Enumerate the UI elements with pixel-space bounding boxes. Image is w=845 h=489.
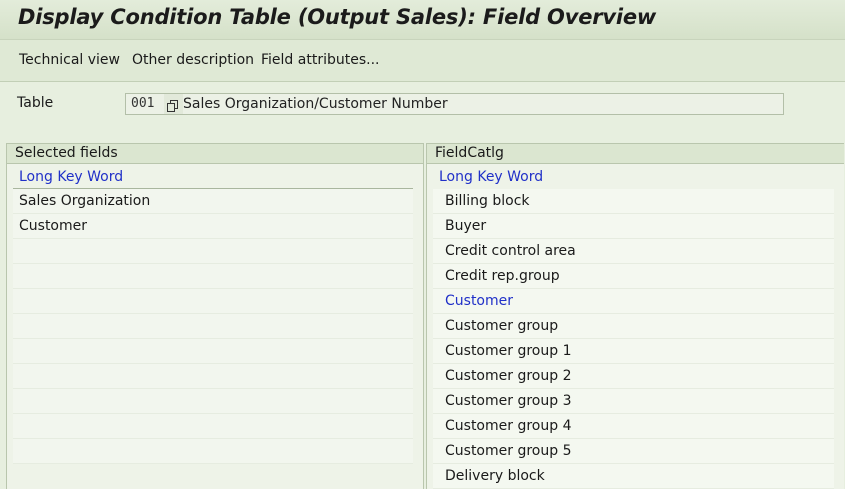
list-item[interactable]: [13, 314, 413, 339]
list-item[interactable]: [13, 289, 413, 314]
field-catalog-panel: FieldCatlg Long Key Word Billing block B…: [426, 143, 844, 489]
copy-icon[interactable]: [164, 93, 184, 115]
list-item[interactable]: Billing block: [433, 189, 834, 214]
list-item-customer-highlighted[interactable]: Customer: [433, 289, 834, 314]
other-description-button[interactable]: Other description: [132, 52, 254, 68]
list-item[interactable]: Customer group 4: [433, 414, 834, 439]
list-item[interactable]: Customer group 2: [433, 364, 834, 389]
list-item[interactable]: [13, 239, 413, 264]
list-item[interactable]: Credit rep.group: [433, 264, 834, 289]
list-item[interactable]: Buyer: [433, 214, 834, 239]
technical-view-button[interactable]: Technical view: [19, 52, 120, 68]
list-item[interactable]: Customer group 1: [433, 339, 834, 364]
table-description-field: Sales Organization/Customer Number: [183, 93, 784, 115]
selected-fields-panel: Selected fields Long Key Word Sales Orga…: [6, 143, 424, 489]
selected-fields-title: Selected fields: [7, 144, 423, 164]
list-item[interactable]: [13, 339, 413, 364]
list-item[interactable]: Credit control area: [433, 239, 834, 264]
list-item[interactable]: Customer group 5: [433, 439, 834, 464]
list-item[interactable]: [13, 364, 413, 389]
list-item[interactable]: Delivery block: [433, 464, 834, 489]
list-item[interactable]: [13, 389, 413, 414]
table-label: Table: [17, 95, 54, 111]
selected-fields-list: Sales Organization Customer: [7, 189, 423, 464]
table-field-row: Table 001 Sales Organization/Customer Nu…: [0, 82, 845, 142]
window-title: Display Condition Table (Output Sales): …: [18, 5, 657, 29]
field-catalog-list: Billing block Buyer Credit control area …: [427, 189, 844, 489]
list-item[interactable]: Sales Organization: [13, 189, 413, 214]
list-item[interactable]: Customer group: [433, 314, 834, 339]
list-item[interactable]: [13, 264, 413, 289]
catalog-column-header[interactable]: Long Key Word: [433, 164, 834, 189]
list-item[interactable]: Customer group 3: [433, 389, 834, 414]
list-item[interactable]: [13, 414, 413, 439]
copy-icon-front: [167, 103, 175, 112]
list-item[interactable]: [13, 439, 413, 464]
application-toolbar: Technical view Other description Field a…: [0, 40, 845, 82]
field-catalog-title: FieldCatlg: [427, 144, 844, 164]
table-number-field[interactable]: 001: [125, 93, 165, 115]
field-attributes-button[interactable]: Field attributes...: [261, 52, 379, 68]
title-bar: Display Condition Table (Output Sales): …: [0, 0, 845, 40]
selected-column-header[interactable]: Long Key Word: [13, 164, 413, 189]
list-item[interactable]: Customer: [13, 214, 413, 239]
